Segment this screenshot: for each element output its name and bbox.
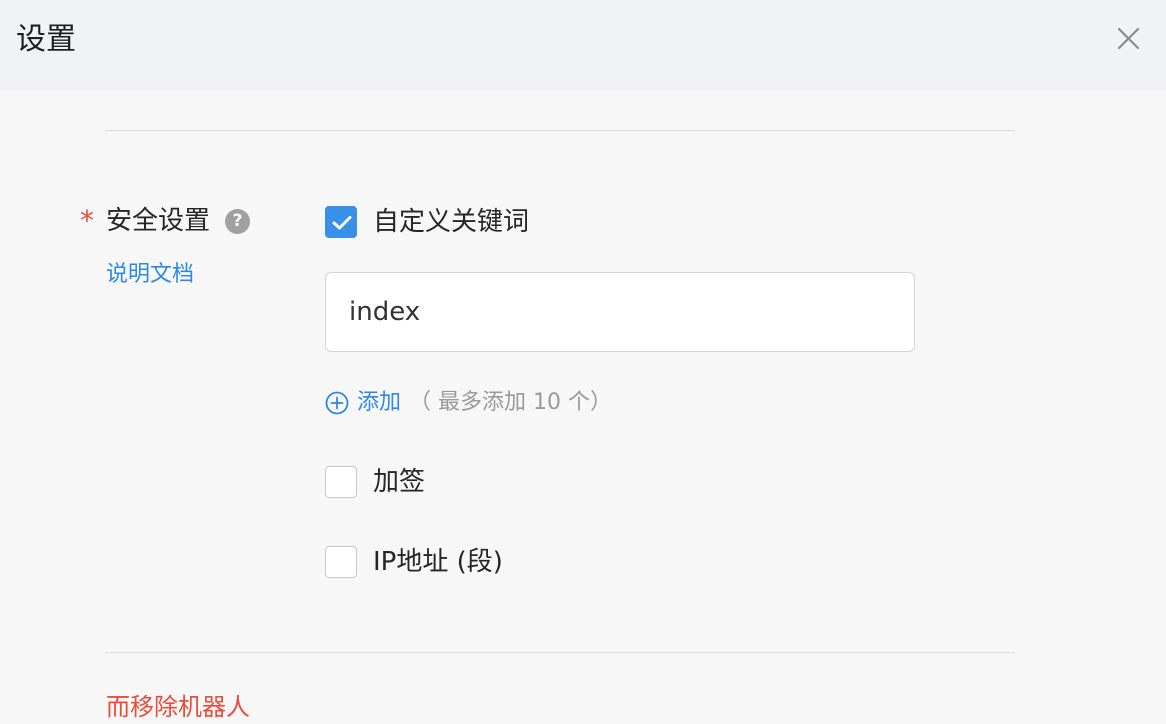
top-divider — [105, 130, 1015, 131]
close-icon — [1117, 27, 1140, 50]
sign-label[interactable]: 加签 — [373, 464, 425, 500]
bottom-divider — [105, 652, 1015, 653]
dialog-title: 设置 — [16, 22, 76, 57]
add-limit-hint: （ 最多添加 10 个） — [409, 390, 612, 415]
keyword-input[interactable] — [325, 272, 915, 352]
remove-robot-link[interactable]: 而移除机器人 — [106, 690, 250, 724]
dialog-header: 设置 — [0, 0, 1166, 90]
doc-link[interactable]: 说明文档 — [106, 259, 194, 291]
required-mark: * — [80, 204, 94, 237]
sign-checkbox[interactable] — [325, 466, 357, 498]
question-circle-icon[interactable]: ? — [225, 209, 250, 234]
add-keyword-label: 添加 — [357, 390, 402, 415]
close-button[interactable] — [1108, 19, 1148, 59]
ip-address-label[interactable]: IP地址 (段) — [373, 544, 503, 580]
plus-circle-icon — [325, 391, 349, 415]
add-keyword-button[interactable]: 添加 — [325, 386, 401, 420]
checkmark-icon — [332, 216, 352, 230]
security-settings-label: 安全设置 — [106, 206, 211, 236]
add-keyword-row: 添加 （ 最多添加 10 个） — [325, 386, 612, 420]
custom-keyword-checkbox[interactable] — [325, 206, 357, 238]
custom-keyword-label[interactable]: 自定义关键词 — [373, 204, 529, 240]
ip-address-checkbox[interactable] — [325, 546, 357, 578]
